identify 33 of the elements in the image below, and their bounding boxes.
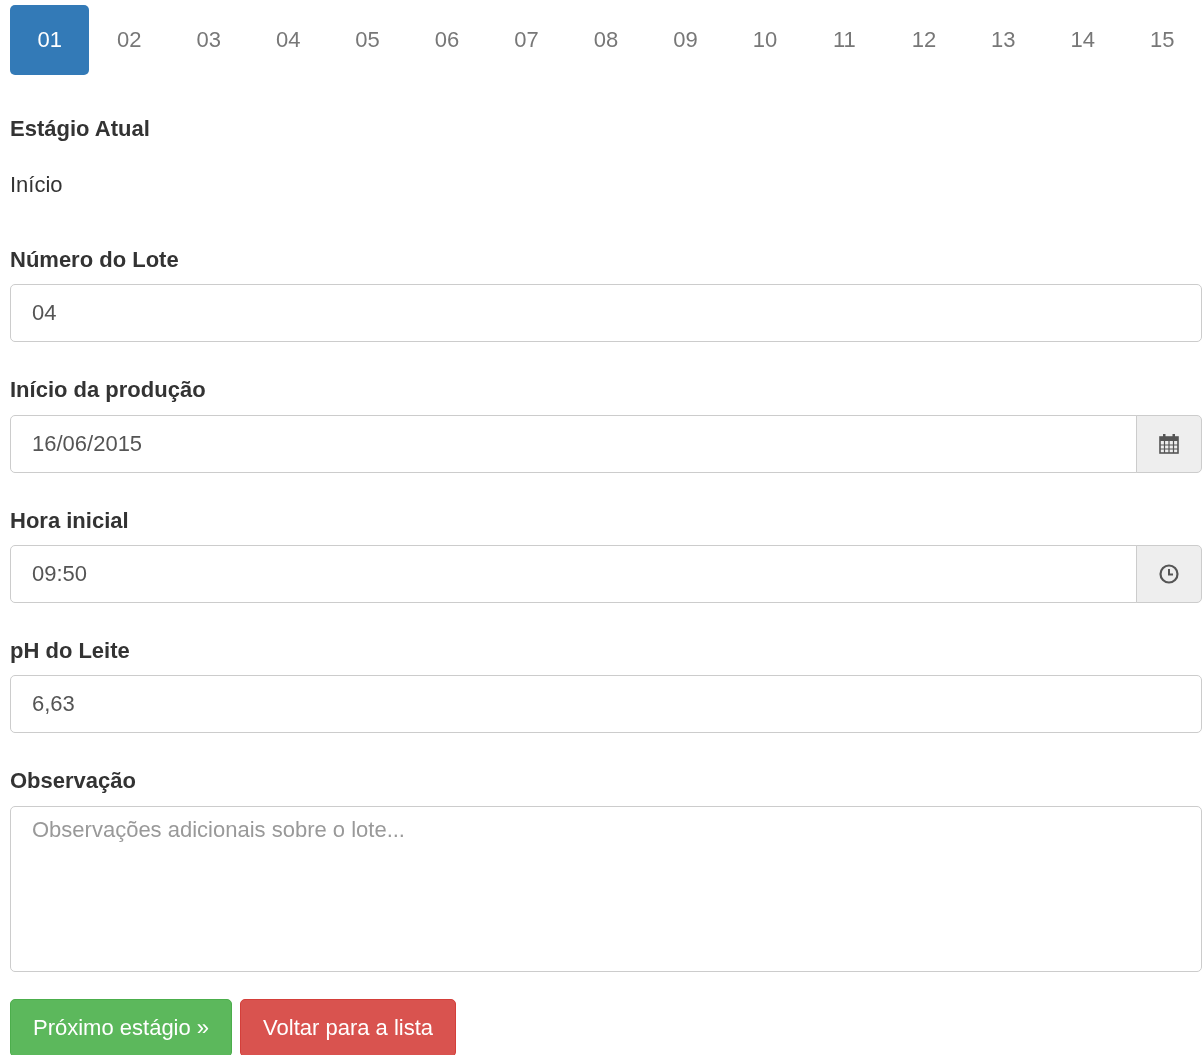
input-field[interactable]: 6,63	[10, 675, 1202, 734]
back-button[interactable]: Voltar para a lista	[240, 998, 457, 1055]
step-tab[interactable]: 12	[884, 5, 964, 75]
step-tab[interactable]: 05	[327, 5, 408, 75]
step-tab[interactable]: 07	[486, 5, 567, 75]
step-tab[interactable]: 09	[645, 5, 726, 75]
stage-value: Início	[10, 172, 63, 198]
step-tab[interactable]: 10	[725, 5, 805, 75]
field-label: pH do Leite	[10, 637, 130, 665]
field-label: Número do Lote	[10, 246, 179, 274]
step-tab[interactable]: 14	[1043, 5, 1123, 75]
step-tab[interactable]: 04	[248, 5, 328, 75]
step-tab[interactable]: 02	[89, 5, 169, 75]
next-stage-button[interactable]: Próximo estágio »	[10, 998, 233, 1055]
step-tab[interactable]: 11	[804, 5, 885, 75]
step-tab[interactable]: 13	[963, 5, 1044, 75]
field-label: Observação	[10, 768, 136, 795]
step-tab[interactable]: 03	[168, 5, 249, 75]
step-tab[interactable]: 06	[407, 5, 487, 75]
date-field[interactable]: 16/06/2015	[10, 414, 1137, 473]
step-tab[interactable]: 15	[1122, 5, 1202, 75]
calendar-button[interactable]	[1136, 414, 1202, 473]
clock-button[interactable]	[1136, 544, 1202, 603]
field-label: Início da produção	[10, 377, 206, 404]
field-label: Estágio Atual	[10, 116, 150, 143]
calendar-icon	[1158, 432, 1180, 455]
step-tab[interactable]: 01	[10, 5, 90, 75]
step-tab[interactable]: 08	[566, 5, 646, 75]
input-field[interactable]: 04	[10, 284, 1202, 343]
observation-textarea[interactable]: Observações adicionais sobre o lote...	[10, 805, 1202, 972]
time-field[interactable]: 09:50	[10, 544, 1137, 603]
clock-icon	[1158, 562, 1180, 585]
field-label: Hora inicial	[10, 507, 129, 534]
